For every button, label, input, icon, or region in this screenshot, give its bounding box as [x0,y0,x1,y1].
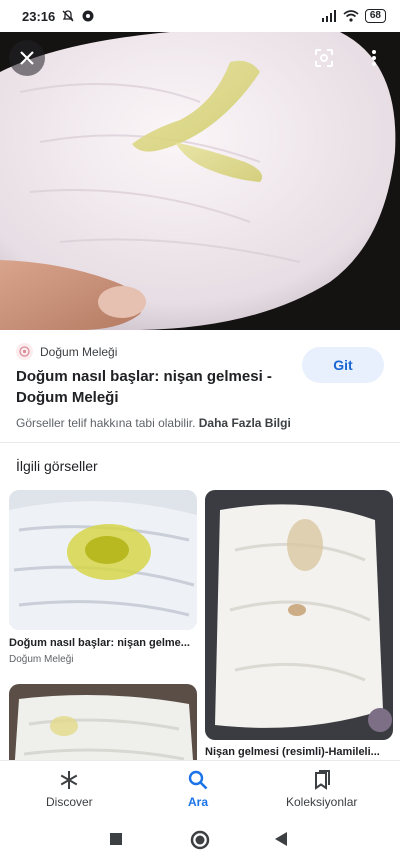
recents-button[interactable] [109,832,123,851]
related-image-1[interactable] [9,490,197,630]
back-button[interactable] [274,831,288,852]
nav-collections[interactable]: Koleksiyonlar [286,769,357,809]
more-vert-icon [372,50,376,66]
lens-icon [315,49,333,67]
source-name: Doğum Meleği [40,344,118,359]
status-time: 23:16 [22,8,56,24]
divider [0,442,400,443]
home-button[interactable] [190,830,210,855]
learn-more-link[interactable]: Daha Fazla Bilgi [199,416,291,430]
circle-icon [190,830,210,850]
bottom-navigation: Discover Ara Koleksiyonlar [0,760,400,820]
copyright-text: Görseller telif hakkına tabi olabilir. [16,416,196,430]
copyright-notice: Görseller telif hakkına tabi olabilir. D… [16,416,291,430]
nav-search[interactable]: Ara [187,769,209,809]
wifi-icon [343,10,359,22]
related-heading: İlgili görseller [16,458,98,474]
related-photo-1 [9,490,197,630]
related-source-1: Doğum Meleği [9,654,74,665]
result-title[interactable]: Doğum nasıl başlar: nişan gelmesi - Doğu… [16,366,276,408]
source-row[interactable]: Doğum Meleği [16,343,117,360]
square-icon [110,833,122,845]
nav-discover[interactable]: Discover [46,769,93,809]
more-options-button[interactable] [356,40,392,76]
close-icon [20,51,34,65]
related-photo-2 [205,490,393,740]
status-bar: 23:16 68 [0,0,400,32]
hero-photo [0,32,400,330]
hero-image[interactable] [0,32,400,330]
app-notification-icon [81,9,95,23]
muted-bell-icon [61,9,75,23]
nav-collections-label: Koleksiyonlar [286,795,358,809]
nav-discover-label: Discover [46,795,93,809]
related-image-2[interactable] [205,490,393,740]
signal-icon [321,10,337,22]
search-icon [188,770,208,790]
related-caption-2[interactable]: Nişan gelmesi (resimli)-Hamileli... [205,746,393,758]
nav-search-label: Ara [187,795,208,809]
visit-button[interactable]: Git [302,347,384,383]
site-favicon-icon [16,343,33,360]
asterisk-icon [61,771,78,789]
bookmark-collection-icon [314,770,330,790]
system-navigation [0,820,400,866]
battery-indicator: 68 [364,9,386,23]
back-triangle-icon [275,832,287,846]
lens-search-button[interactable] [306,40,342,76]
related-caption-1[interactable]: Doğum nasıl başlar: nişan gelme... [9,637,197,649]
close-button[interactable] [9,40,45,76]
